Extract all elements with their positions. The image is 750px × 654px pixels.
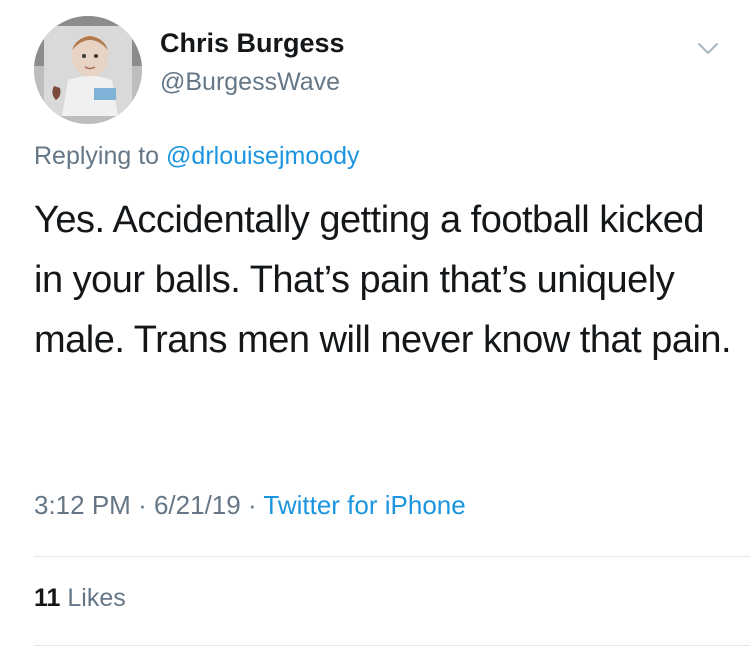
divider (34, 645, 750, 646)
meta-separator: · (138, 490, 147, 520)
tweet-meta: 3:12 PM · 6/21/19 · Twitter for iPhone (34, 490, 466, 521)
tweet-time[interactable]: 3:12 PM (34, 490, 131, 520)
tweet-date[interactable]: 6/21/19 (154, 490, 241, 520)
avatar[interactable] (34, 16, 142, 124)
tweet-source-link[interactable]: Twitter for iPhone (263, 490, 465, 520)
tweet-card: Chris Burgess @BurgessWave Replying to @… (0, 0, 750, 654)
reply-context: Replying to @drlouisejmoody (34, 142, 360, 171)
likes-label: Likes (67, 584, 126, 612)
author-handle[interactable]: @BurgessWave (160, 68, 340, 97)
likes-stat[interactable]: 11 Likes (34, 584, 126, 613)
reply-target-link[interactable]: @drlouisejmoody (166, 142, 360, 170)
tweet-text: Yes. Accidentally getting a football kic… (34, 199, 732, 361)
reply-prefix: Replying to (34, 142, 160, 170)
likes-count: 11 (34, 584, 61, 612)
meta-separator: · (247, 490, 257, 520)
author-name[interactable]: Chris Burgess (160, 28, 345, 59)
chevron-down-icon[interactable] (696, 36, 720, 60)
divider (34, 556, 750, 557)
